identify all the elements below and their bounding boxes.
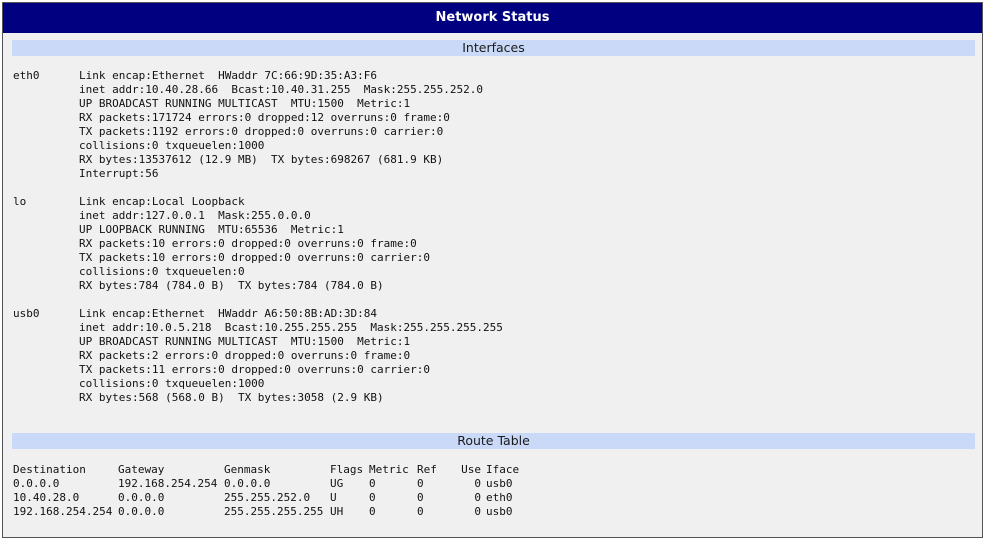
table-row: 10.40.28.0 0.0.0.0 255.255.252.0 U 0 0 0… bbox=[13, 491, 526, 505]
cell-gateway: 192.168.254.254 bbox=[118, 477, 218, 490]
interface-block-lo: lo Link encap:Local Loopback inet addr:1… bbox=[13, 195, 913, 293]
cell-genmask: 255.255.255.255 bbox=[224, 505, 324, 518]
cell-gateway: 0.0.0.0 bbox=[118, 505, 165, 518]
cell-destination: 192.168.254.254 bbox=[13, 505, 113, 518]
cell-metric: 0 bbox=[369, 491, 376, 504]
route-table-section-header: Route Table bbox=[12, 433, 975, 449]
column-header-iface: Iface bbox=[486, 463, 520, 476]
cell-gateway: 0.0.0.0 bbox=[118, 491, 165, 504]
cell-metric: 0 bbox=[369, 477, 376, 490]
cell-flags: U bbox=[330, 491, 337, 504]
column-header-metric: Metric bbox=[369, 463, 409, 476]
network-status-window: Network Status Interfaces eth0 Link enca… bbox=[2, 2, 983, 538]
cell-iface: eth0 bbox=[486, 491, 513, 504]
interface-name: lo bbox=[13, 195, 27, 208]
column-header-flags: Flags bbox=[330, 463, 364, 476]
cell-ref: 0 bbox=[417, 505, 424, 518]
interface-block-usb0: usb0 Link encap:Ethernet HWaddr A6:50:8B… bbox=[13, 307, 913, 405]
cell-genmask: 0.0.0.0 bbox=[224, 477, 271, 490]
column-header-genmask: Genmask bbox=[224, 463, 271, 476]
window-title: Network Status bbox=[3, 3, 982, 33]
cell-use: 0 bbox=[474, 491, 481, 504]
column-header-gateway: Gateway bbox=[118, 463, 165, 476]
column-header-use: Use bbox=[461, 463, 481, 476]
cell-iface: usb0 bbox=[486, 505, 513, 518]
cell-genmask: 255.255.252.0 bbox=[224, 491, 311, 504]
cell-destination: 0.0.0.0 bbox=[13, 477, 60, 490]
cell-use: 0 bbox=[474, 505, 481, 518]
interface-details: Link encap:Local Loopback inet addr:127.… bbox=[79, 195, 430, 292]
cell-ref: 0 bbox=[417, 491, 424, 504]
interface-name: usb0 bbox=[13, 307, 40, 320]
cell-flags: UH bbox=[330, 505, 344, 518]
cell-flags: UG bbox=[330, 477, 344, 490]
interface-details: Link encap:Ethernet HWaddr 7C:66:9D:35:A… bbox=[79, 69, 483, 180]
table-row: 192.168.254.254 0.0.0.0 255.255.255.255 … bbox=[13, 505, 526, 519]
interface-name: eth0 bbox=[13, 69, 40, 82]
cell-metric: 0 bbox=[369, 505, 376, 518]
cell-iface: usb0 bbox=[486, 477, 513, 490]
interfaces-section-header: Interfaces bbox=[12, 40, 975, 56]
cell-ref: 0 bbox=[417, 477, 424, 490]
route-table: Destination Gateway Genmask Flags Metric… bbox=[13, 463, 526, 519]
interface-block-eth0: eth0 Link encap:Ethernet HWaddr 7C:66:9D… bbox=[13, 69, 913, 181]
cell-use: 0 bbox=[474, 477, 481, 490]
route-table-header-row: Destination Gateway Genmask Flags Metric… bbox=[13, 463, 526, 477]
interface-details: Link encap:Ethernet HWaddr A6:50:8B:AD:3… bbox=[79, 307, 503, 404]
table-row: 0.0.0.0 192.168.254.254 0.0.0.0 UG 0 0 0… bbox=[13, 477, 526, 491]
column-header-ref: Ref bbox=[417, 463, 437, 476]
column-header-destination: Destination bbox=[13, 463, 86, 476]
cell-destination: 10.40.28.0 bbox=[13, 491, 80, 504]
